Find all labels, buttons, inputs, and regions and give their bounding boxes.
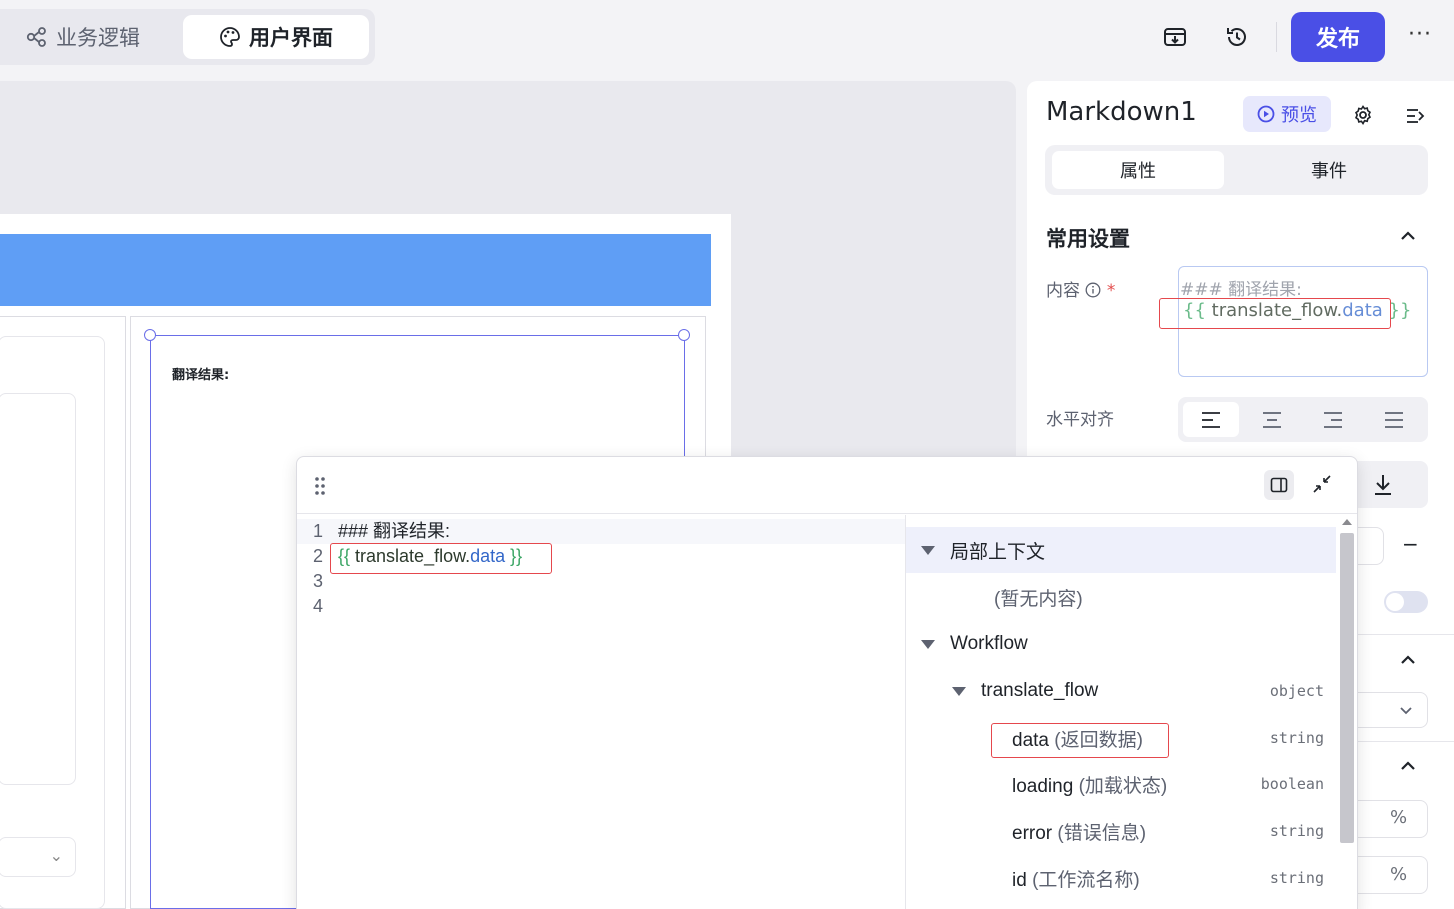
tree-node-local-context[interactable]: 局部上下文 [906,527,1338,573]
tab-business-logic[interactable]: 业务逻辑 [26,15,140,59]
resize-handle-top-right[interactable] [678,329,690,341]
tab-business-logic-label: 业务逻辑 [56,26,140,50]
panel-tabs: 属性 事件 [1045,145,1428,195]
tree-node-field[interactable]: loading (加载状态) boolean [906,761,1338,807]
archive-download-icon[interactable] [1162,24,1188,50]
percent-unit: % [1390,864,1408,885]
align-label: 水平对齐 [1046,410,1114,430]
caret-down-icon [921,546,935,555]
toggle-switch[interactable] [1384,591,1428,613]
highlight-box-content [1159,298,1391,329]
chevron-down-icon [1400,707,1412,715]
percent-unit: % [1390,807,1408,828]
tab-user-interface-label: 用户界面 [249,26,333,50]
type-label: boolean [1260,775,1324,793]
highlight-box-data-field [991,723,1169,758]
collapse-panel-icon[interactable] [1404,105,1426,127]
tree-node-label: id (工作流名称) [1012,869,1140,891]
tree-node-translate-flow[interactable]: translate_flow object [906,668,1338,714]
section-divider [1358,741,1454,742]
tab-user-interface[interactable]: 用户界面 [183,15,369,59]
scrollbar-thumb[interactable] [1340,533,1354,843]
history-icon[interactable] [1224,24,1250,50]
tab-properties[interactable]: 属性 [1052,151,1224,189]
left-select-input[interactable]: ⌄ [0,837,76,877]
align-right-button[interactable] [1305,402,1361,437]
line-number: 4 [312,596,323,616]
page-header-block[interactable] [0,234,711,306]
required-mark: * [1106,281,1116,301]
palette-icon [220,27,240,47]
chevron-up-icon[interactable] [1399,757,1417,775]
split-view-icon [1270,477,1288,493]
section-divider [1358,634,1454,635]
tree-node-label: Workflow [950,633,1028,654]
variable-tree: 局部上下文 (暂无内容) Workflow translate_flow obj… [906,515,1338,909]
info-icon[interactable] [1085,282,1101,298]
markdown-rendered-heading: 翻译结果: [172,368,230,383]
type-label: string [1269,869,1324,887]
code-line[interactable]: 1 ### 翻译结果: [297,519,905,544]
content-label-text: 内容 [1046,281,1080,301]
align-left-icon [1202,411,1220,428]
align-left-button[interactable] [1183,402,1239,437]
flow-nodes-icon [26,27,46,47]
align-justify-icon [1385,411,1403,428]
line-number: 3 [312,571,323,591]
code-editor[interactable]: 1 ### 翻译结果: 2 {{ translate_flow.data }} … [297,515,905,909]
preview-button[interactable]: 预览 [1243,96,1331,132]
empty-text: (暂无内容) [994,588,1083,610]
more-icon[interactable]: ··· [1408,22,1432,47]
chevron-up-icon[interactable] [1399,227,1417,245]
align-center-icon [1263,411,1281,428]
gear-icon[interactable] [1352,104,1374,126]
mode-switch: 业务逻辑 用户界面 [0,9,375,65]
resize-handle-top-left[interactable] [144,329,156,341]
code-line[interactable]: 4 [297,594,905,619]
align-justify-button[interactable] [1366,402,1422,437]
tree-node-label: 局部上下文 [950,541,1046,563]
minimize-icon[interactable] [1311,473,1333,495]
tab-events[interactable]: 事件 [1243,151,1415,189]
component-name: Markdown1 [1046,97,1197,127]
top-bar: 业务逻辑 用户界面 发布 ··· [0,0,1454,80]
drag-handle-icon[interactable] [313,475,327,497]
download-icon[interactable] [1372,473,1394,497]
caret-down-icon [952,687,966,696]
toolbar-divider [1276,22,1277,52]
publish-button[interactable]: 发布 [1291,12,1385,62]
chevron-down-icon: ⌄ [49,846,63,865]
line-number: 1 [312,521,323,541]
left-text-card[interactable] [0,393,76,785]
editor-header [297,457,1357,514]
tree-node-workflow[interactable]: Workflow [906,621,1338,667]
type-label: string [1269,822,1324,840]
content-field-label: 内容 * [1046,276,1115,301]
highlight-box-expression [330,543,552,574]
type-label: object [1269,682,1324,700]
tree-node-field[interactable]: id (工作流名称) string [906,855,1338,901]
scroll-up-arrow-icon[interactable] [1342,519,1352,525]
play-circle-icon [1257,105,1275,123]
preview-label: 预览 [1281,105,1317,126]
section-common-settings: 常用设置 [1046,227,1130,251]
tree-node-label: loading (加载状态) [1012,775,1168,797]
tree-node-field[interactable]: error (错误信息) string [906,808,1338,854]
chevron-up-icon[interactable] [1399,651,1417,669]
markdown-editor-popup: 1 ### 翻译结果: 2 {{ translate_flow.data }} … [296,456,1358,909]
caret-down-icon [921,640,935,649]
tree-node-label: translate_flow [981,680,1099,701]
code-text: ### 翻译结果: [338,521,451,541]
tree-node-empty: (暂无内容) [906,574,1338,620]
type-label: string [1269,729,1324,747]
align-center-button[interactable] [1244,402,1300,437]
split-view-button[interactable] [1264,470,1294,500]
horizontal-align-group [1178,397,1428,442]
line-number: 2 [312,546,323,566]
tree-node-label: error (错误信息) [1012,822,1147,844]
minus-icon[interactable]: − [1402,532,1419,556]
align-right-icon [1324,411,1342,428]
content-textarea-line1: ### 翻译结果: [1180,280,1302,300]
